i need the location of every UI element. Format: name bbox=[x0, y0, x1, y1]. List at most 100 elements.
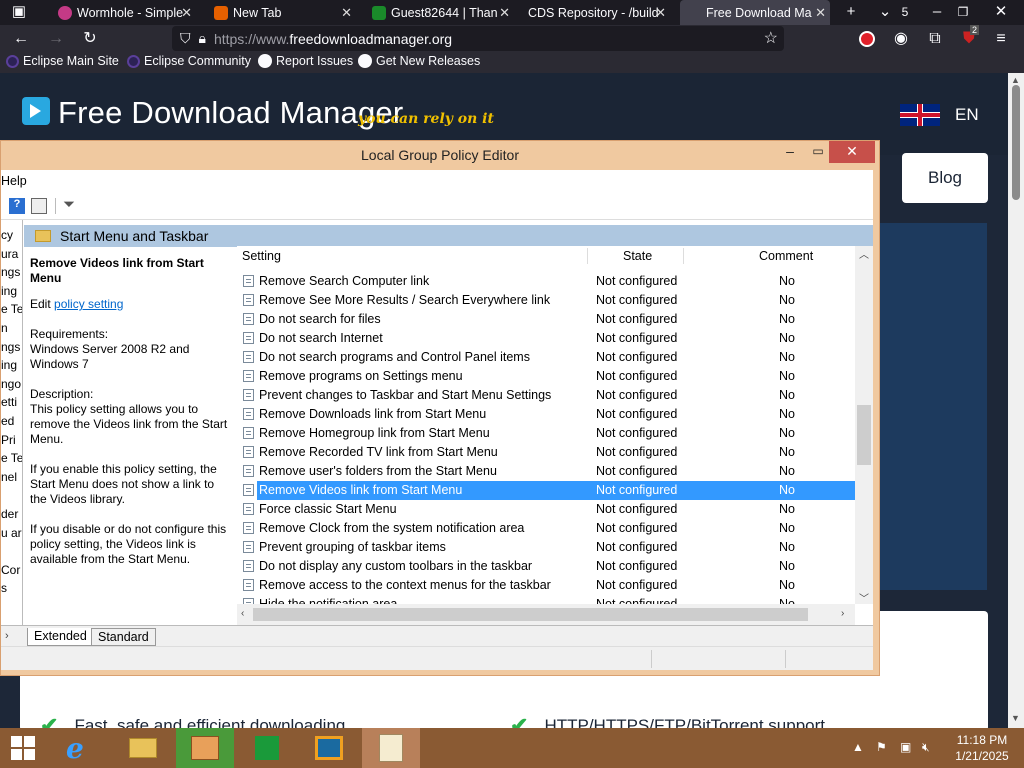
browser-tab-guest[interactable]: Guest82644 | Than ✕ bbox=[366, 0, 514, 25]
table-row[interactable]: Remove Search Computer link Not configure… bbox=[237, 272, 855, 291]
fdm-app-taskbar[interactable] bbox=[176, 728, 234, 768]
restore-icon[interactable]: ❐ bbox=[952, 2, 974, 23]
tree-item[interactable]: ngs bbox=[1, 265, 20, 279]
minimize-icon[interactable]: – bbox=[779, 141, 801, 163]
tree-item[interactable]: e Te bbox=[1, 302, 22, 316]
tree-item[interactable]: cy bbox=[1, 228, 13, 242]
close-tab-icon[interactable]: ✕ bbox=[341, 5, 352, 21]
table-row[interactable]: Remove See More Results / Search Everywh… bbox=[237, 291, 855, 310]
list-horizontal-scrollbar[interactable]: ‹ › bbox=[237, 604, 855, 625]
page-scrollbar[interactable]: ▲ ▼ bbox=[1008, 73, 1024, 728]
app-taskbar[interactable] bbox=[300, 728, 358, 768]
volume-muted-icon[interactable]: 🔇︎ bbox=[922, 740, 930, 755]
account-icon[interactable]: ◉ bbox=[890, 28, 912, 50]
close-tab-icon[interactable]: ✕ bbox=[499, 5, 510, 21]
tree-item[interactable]: ura bbox=[1, 247, 18, 261]
table-row[interactable]: Do not search Internet Not configured No bbox=[237, 329, 855, 348]
minimize-icon[interactable]: – bbox=[926, 2, 948, 23]
group-policy-taskbar[interactable] bbox=[362, 728, 420, 768]
table-row[interactable]: Remove Homegroup link from Start Menu Not… bbox=[237, 424, 855, 443]
table-row[interactable]: Remove Clock from the system notificatio… bbox=[237, 519, 855, 538]
tree-item[interactable]: s bbox=[1, 581, 7, 595]
table-row[interactable]: Prevent grouping of taskbar items Not con… bbox=[237, 538, 855, 557]
url-bar[interactable]: ⛉ 🔒︎ https://www. freedownloadmanager.org… bbox=[172, 26, 784, 51]
extension-record-icon[interactable] bbox=[856, 28, 878, 50]
table-row[interactable]: Do not search for files Not configured No bbox=[237, 310, 855, 329]
lock-icon[interactable]: 🔒︎ bbox=[199, 30, 206, 47]
scroll-up-icon[interactable]: ▲ bbox=[1011, 75, 1020, 85]
filter-icon[interactable]: ⏷ bbox=[63, 197, 79, 214]
back-arrow-icon[interactable]: ← bbox=[10, 28, 32, 50]
tree-item[interactable]: e Te bbox=[1, 451, 22, 465]
show-hidden-icons-icon[interactable]: ▲ bbox=[852, 740, 864, 754]
tree-item[interactable]: ngo bbox=[1, 377, 21, 391]
store-taskbar[interactable] bbox=[238, 728, 296, 768]
column-setting[interactable]: Setting bbox=[242, 249, 281, 263]
tree-item[interactable]: ing bbox=[1, 358, 17, 372]
table-row[interactable]: Remove access to the context menus for t… bbox=[237, 576, 855, 595]
close-tab-icon[interactable]: ✕ bbox=[815, 5, 826, 21]
bookmark-report-issues[interactable]: Report Issues bbox=[258, 54, 353, 68]
language-selector[interactable]: EN bbox=[955, 105, 979, 125]
close-window-icon[interactable]: ✕ bbox=[990, 2, 1012, 23]
browser-tab-new-tab[interactable]: New Tab ✕ bbox=[208, 0, 356, 25]
menu-hamburger-icon[interactable]: ≡ bbox=[990, 28, 1012, 50]
browser-tab-fdm[interactable]: Free Download Ma ✕ bbox=[680, 0, 830, 25]
tree-item[interactable]: ngs bbox=[1, 340, 20, 354]
forward-arrow-icon[interactable]: → bbox=[45, 28, 67, 50]
bookmark-get-new-releases[interactable]: Get New Releases bbox=[358, 54, 480, 68]
internet-explorer-taskbar[interactable]: e bbox=[52, 728, 110, 768]
tab-overview-icon[interactable]: ▣ bbox=[8, 2, 30, 23]
scroll-down-icon[interactable]: ﹀ bbox=[859, 590, 869, 605]
scrollbar-thumb[interactable] bbox=[857, 405, 871, 465]
column-divider[interactable] bbox=[683, 248, 684, 264]
new-tab-icon[interactable]: + bbox=[840, 2, 862, 23]
reload-icon[interactable]: ↻ bbox=[79, 28, 101, 50]
fdm-logo-icon[interactable] bbox=[22, 97, 50, 125]
view-icon[interactable] bbox=[31, 198, 47, 214]
browser-tab-cds-repository[interactable]: CDS Repository - /build ✕ bbox=[522, 0, 670, 25]
brand-name[interactable]: Free Download Manager bbox=[58, 95, 403, 131]
flag-icon[interactable]: ⚑ bbox=[876, 740, 887, 754]
tree-item[interactable]: nel bbox=[1, 470, 17, 484]
table-row[interactable]: Remove Recorded TV link from Start Menu N… bbox=[237, 443, 855, 462]
table-row[interactable]: Remove user's folders from the Start Men… bbox=[237, 462, 855, 481]
system-clock[interactable]: 11:18 PM 1/21/2025 bbox=[946, 732, 1018, 764]
table-row[interactable]: Do not display any custom toolbars in th… bbox=[237, 557, 855, 576]
tree-item[interactable]: der bbox=[1, 507, 18, 521]
scroll-left-icon[interactable]: ‹ bbox=[241, 608, 244, 619]
blog-button[interactable]: Blog bbox=[902, 153, 988, 203]
table-row[interactable]: Do not search programs and Control Panel… bbox=[237, 348, 855, 367]
tab-standard[interactable]: Standard bbox=[91, 628, 156, 646]
help-icon[interactable]: ? bbox=[9, 198, 25, 214]
browser-tab-wormhole[interactable]: Wormhole - Simple ✕ bbox=[52, 0, 196, 25]
table-row[interactable]: Remove Downloads link from Start Menu Not… bbox=[237, 405, 855, 424]
tree-item[interactable]: u ar bbox=[1, 526, 22, 540]
close-tab-icon[interactable]: ✕ bbox=[181, 5, 192, 21]
page-scrollbar-thumb[interactable] bbox=[1012, 85, 1020, 200]
menu-help[interactable]: Help bbox=[1, 174, 27, 188]
uk-flag-icon[interactable] bbox=[900, 104, 940, 126]
tree-item[interactable]: Cor bbox=[1, 563, 20, 577]
bookmark-star-icon[interactable]: ☆ bbox=[764, 28, 778, 48]
bookmark-eclipse-main[interactable]: Eclipse Main Site bbox=[6, 54, 119, 68]
file-explorer-taskbar[interactable] bbox=[114, 728, 172, 768]
scroll-right-icon[interactable]: › bbox=[841, 608, 844, 619]
column-state[interactable]: State bbox=[623, 249, 652, 263]
table-row[interactable]: Remove programs on Settings menu Not conf… bbox=[237, 367, 855, 386]
table-row[interactable]: Remove Videos link from Start Menu Not co… bbox=[237, 481, 855, 500]
shield-icon[interactable]: ⛉ bbox=[180, 30, 191, 47]
column-comment[interactable]: Comment bbox=[759, 249, 813, 263]
maximize-icon[interactable]: ▭ bbox=[807, 141, 829, 163]
tree-item[interactable]: ing bbox=[1, 284, 17, 298]
tree-item[interactable]: ed bbox=[1, 414, 14, 428]
tree-item[interactable]: etti bbox=[1, 395, 17, 409]
network-icon[interactable]: ▣ bbox=[900, 740, 911, 754]
tree-item[interactable]: n bbox=[1, 321, 8, 335]
scroll-up-icon[interactable]: ︿ bbox=[859, 246, 869, 261]
column-divider[interactable] bbox=[587, 248, 588, 264]
extensions-puzzle-icon[interactable]: ⧉ bbox=[924, 28, 946, 50]
policy-setting-link[interactable]: policy setting bbox=[54, 297, 123, 311]
close-icon[interactable]: ✕ bbox=[829, 141, 875, 163]
scroll-down-icon[interactable]: ▼ bbox=[1011, 713, 1020, 723]
